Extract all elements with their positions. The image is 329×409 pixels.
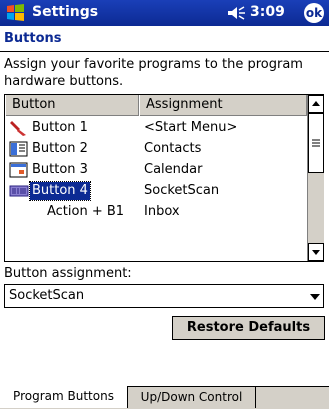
button-assignment-dropdown[interactable]: SocketScan	[4, 284, 324, 308]
calendar-icon	[9, 162, 28, 178]
list-row-assignment: Calendar	[144, 162, 203, 177]
windows-start-icon[interactable]	[5, 3, 26, 23]
page-title: Buttons	[4, 31, 62, 46]
list-row-button: Button 1	[32, 120, 88, 135]
list-row-button: Action + B1	[47, 204, 125, 219]
list-row-button: Button 4	[29, 181, 91, 201]
list-row-action-b1[interactable]: Action + B1 Inbox	[5, 202, 307, 222]
ok-button[interactable]: ok	[304, 3, 324, 23]
column-header-assignment[interactable]: Assignment	[139, 95, 307, 116]
list-header: Button Assignment	[5, 95, 307, 116]
list-body: Button 1 <Start Menu> Button 2 Contacts …	[5, 116, 307, 261]
title-bar: Settings 3:09 ok	[0, 0, 329, 26]
list-row-assignment: SocketScan	[144, 183, 220, 198]
tab-strip: Program Buttons Up/Down Control	[0, 386, 329, 409]
scroll-up-button[interactable]	[308, 95, 324, 113]
list-row-button: Button 3	[32, 162, 88, 177]
scroll-down-arrow-icon	[312, 250, 320, 255]
title-divider	[0, 51, 329, 52]
list-row-assignment: <Start Menu>	[144, 120, 238, 135]
app-title: Settings	[32, 4, 99, 20]
scroll-up-arrow-icon	[312, 101, 320, 106]
list-row-button-4[interactable]: Button 4 SocketScan	[5, 181, 307, 201]
column-header-button[interactable]: Button	[5, 95, 139, 116]
tab-up-down-control[interactable]: Up/Down Control	[128, 386, 256, 408]
chevron-down-icon	[310, 294, 320, 300]
list-scrollbar[interactable]	[307, 95, 324, 261]
dropdown-value: SocketScan	[9, 288, 85, 303]
instructions-text: Assign your favorite programs to the pro…	[4, 57, 303, 89]
grip-icon	[312, 139, 320, 147]
contacts-icon	[9, 141, 28, 157]
list-row-button-1[interactable]: Button 1 <Start Menu>	[5, 118, 307, 138]
scroll-thumb[interactable]	[308, 113, 324, 173]
socketscan-icon	[9, 185, 29, 197]
list-row-button-3[interactable]: Button 3 Calendar	[5, 160, 307, 180]
tab-program-buttons[interactable]: Program Buttons	[0, 386, 128, 408]
button-assignment-list[interactable]: Button Assignment Button 1 <Start Menu> …	[4, 94, 324, 262]
start-menu-icon	[10, 121, 26, 136]
restore-defaults-button[interactable]: Restore Defaults	[172, 316, 325, 340]
speaker-icon[interactable]	[226, 6, 246, 20]
list-row-button-2[interactable]: Button 2 Contacts	[5, 139, 307, 159]
list-row-assignment: Contacts	[144, 141, 202, 156]
clock[interactable]: 3:09	[250, 4, 285, 20]
list-row-button: Button 2	[32, 141, 88, 156]
list-row-assignment: Inbox	[144, 204, 180, 219]
scroll-down-button[interactable]	[308, 243, 324, 261]
button-assignment-label: Button assignment:	[4, 266, 132, 281]
